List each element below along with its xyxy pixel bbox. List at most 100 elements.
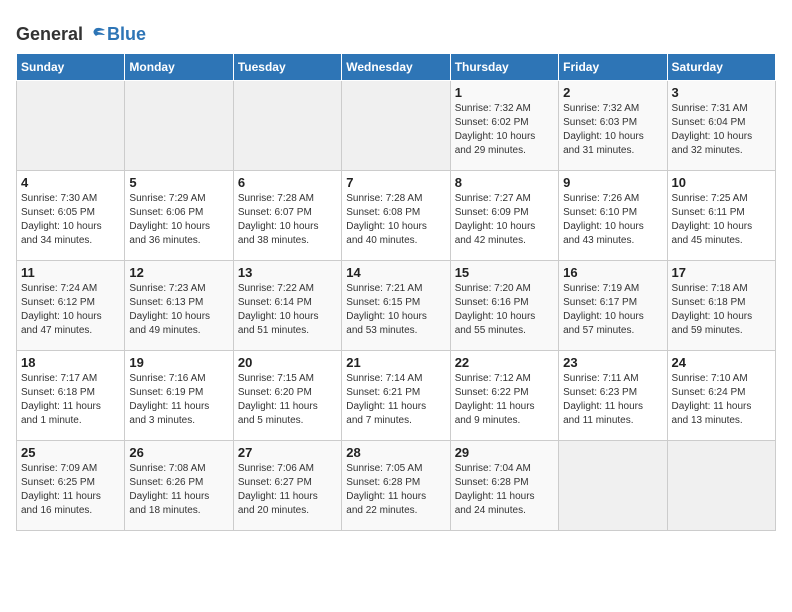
calendar-cell: 2Sunrise: 7:32 AM Sunset: 6:03 PM Daylig… (559, 81, 667, 171)
calendar-cell: 25Sunrise: 7:09 AM Sunset: 6:25 PM Dayli… (17, 441, 125, 531)
day-number: 15 (455, 265, 554, 280)
day-number: 9 (563, 175, 662, 190)
calendar-cell: 24 Sunrise: 7:10 AM Sunset: 6:24 PM Dayli… (667, 351, 775, 441)
calendar-cell: 29 Sunrise: 7:04 AM Sunset: 6:28 PM Dayli… (450, 441, 558, 531)
day-number: 16 (563, 265, 662, 280)
calendar-cell: 16 Sunrise: 7:19 AM Sunset: 6:17 PM Dayli… (559, 261, 667, 351)
day-info: Sunrise: 7:23 AM Sunset: 6:13 PM Dayligh… (129, 282, 228, 338)
logo: General Blue (16, 24, 146, 45)
weekday-header-monday: Monday (125, 54, 233, 81)
weekday-header-friday: Friday (559, 54, 667, 81)
day-number: 1 (455, 85, 554, 100)
day-info: Sunrise: 7:32 AM Sunset: 6:03 PM Dayligh… (563, 102, 662, 158)
page-header: General Blue (16, 20, 776, 45)
calendar-week-row: 11Sunrise: 7:24 AM Sunset: 6:12 PM Dayli… (17, 261, 776, 351)
calendar-table: SundayMondayTuesdayWednesdayThursdayFrid… (16, 53, 776, 531)
weekday-header-tuesday: Tuesday (233, 54, 341, 81)
calendar-cell (233, 81, 341, 171)
calendar-cell: 15 Sunrise: 7:20 AM Sunset: 6:16 PM Dayli… (450, 261, 558, 351)
day-info: Sunrise: 7:17 AM Sunset: 6:18 PM Dayligh… (21, 372, 120, 428)
calendar-cell: 14 Sunrise: 7:21 AM Sunset: 6:15 PM Dayli… (342, 261, 450, 351)
day-number: 18 (21, 355, 120, 370)
day-number: 6 (238, 175, 337, 190)
calendar-cell: 22 Sunrise: 7:12 AM Sunset: 6:22 PM Dayli… (450, 351, 558, 441)
day-number: 28 (346, 445, 445, 460)
day-info: Sunrise: 7:05 AM Sunset: 6:28 PM Dayligh… (346, 462, 445, 518)
calendar-cell: 1 Sunrise: 7:32 AM Sunset: 6:02 PM Daylig… (450, 81, 558, 171)
day-info: Sunrise: 7:04 AM Sunset: 6:28 PM Dayligh… (455, 462, 554, 518)
day-info: Sunrise: 7:12 AM Sunset: 6:22 PM Dayligh… (455, 372, 554, 428)
day-number: 12 (129, 265, 228, 280)
day-info: Sunrise: 7:14 AM Sunset: 6:21 PM Dayligh… (346, 372, 445, 428)
day-number: 29 (455, 445, 554, 460)
calendar-cell: 3 Sunrise: 7:31 AM Sunset: 6:04 PM Daylig… (667, 81, 775, 171)
calendar-cell: 6 Sunrise: 7:28 AM Sunset: 6:07 PM Daylig… (233, 171, 341, 261)
day-info: Sunrise: 7:32 AM Sunset: 6:02 PM Dayligh… (455, 102, 554, 158)
day-number: 22 (455, 355, 554, 370)
day-info: Sunrise: 7:15 AM Sunset: 6:20 PM Dayligh… (238, 372, 337, 428)
day-info: Sunrise: 7:11 AM Sunset: 6:23 PM Dayligh… (563, 372, 662, 428)
calendar-week-row: 4 Sunrise: 7:30 AM Sunset: 6:05 PM Daylig… (17, 171, 776, 261)
calendar-cell: 18 Sunrise: 7:17 AM Sunset: 6:18 PM Dayli… (17, 351, 125, 441)
calendar-cell: 13Sunrise: 7:22 AM Sunset: 6:14 PM Dayli… (233, 261, 341, 351)
weekday-header-sunday: Sunday (17, 54, 125, 81)
day-info: Sunrise: 7:25 AM Sunset: 6:11 PM Dayligh… (672, 192, 771, 248)
day-number: 21 (346, 355, 445, 370)
day-number: 24 (672, 355, 771, 370)
calendar-cell: 12 Sunrise: 7:23 AM Sunset: 6:13 PM Dayli… (125, 261, 233, 351)
calendar-week-row: 18 Sunrise: 7:17 AM Sunset: 6:18 PM Dayli… (17, 351, 776, 441)
day-number: 20 (238, 355, 337, 370)
calendar-cell: 7 Sunrise: 7:28 AM Sunset: 6:08 PM Daylig… (342, 171, 450, 261)
day-number: 7 (346, 175, 445, 190)
day-number: 14 (346, 265, 445, 280)
day-info: Sunrise: 7:29 AM Sunset: 6:06 PM Dayligh… (129, 192, 228, 248)
day-number: 4 (21, 175, 120, 190)
weekday-header-saturday: Saturday (667, 54, 775, 81)
calendar-cell: 4 Sunrise: 7:30 AM Sunset: 6:05 PM Daylig… (17, 171, 125, 261)
day-info: Sunrise: 7:16 AM Sunset: 6:19 PM Dayligh… (129, 372, 228, 428)
day-number: 8 (455, 175, 554, 190)
day-info: Sunrise: 7:22 AM Sunset: 6:14 PM Dayligh… (238, 282, 337, 338)
calendar-cell: 19Sunrise: 7:16 AM Sunset: 6:19 PM Dayli… (125, 351, 233, 441)
calendar-cell: 21 Sunrise: 7:14 AM Sunset: 6:21 PM Dayli… (342, 351, 450, 441)
logo-blue: Blue (107, 24, 146, 44)
calendar-cell: 27Sunrise: 7:06 AM Sunset: 6:27 PM Dayli… (233, 441, 341, 531)
calendar-cell (667, 441, 775, 531)
day-number: 3 (672, 85, 771, 100)
day-info: Sunrise: 7:18 AM Sunset: 6:18 PM Dayligh… (672, 282, 771, 338)
calendar-cell: 9 Sunrise: 7:26 AM Sunset: 6:10 PM Daylig… (559, 171, 667, 261)
day-number: 10 (672, 175, 771, 190)
calendar-cell (559, 441, 667, 531)
day-info: Sunrise: 7:27 AM Sunset: 6:09 PM Dayligh… (455, 192, 554, 248)
day-number: 25 (21, 445, 120, 460)
calendar-cell: 8 Sunrise: 7:27 AM Sunset: 6:09 PM Daylig… (450, 171, 558, 261)
calendar-cell: 26Sunrise: 7:08 AM Sunset: 6:26 PM Dayli… (125, 441, 233, 531)
calendar-cell: 10 Sunrise: 7:25 AM Sunset: 6:11 PM Dayli… (667, 171, 775, 261)
calendar-week-row: 25Sunrise: 7:09 AM Sunset: 6:25 PM Dayli… (17, 441, 776, 531)
day-info: Sunrise: 7:31 AM Sunset: 6:04 PM Dayligh… (672, 102, 771, 158)
day-number: 23 (563, 355, 662, 370)
day-info: Sunrise: 7:08 AM Sunset: 6:26 PM Dayligh… (129, 462, 228, 518)
weekday-header-row: SundayMondayTuesdayWednesdayThursdayFrid… (17, 54, 776, 81)
day-info: Sunrise: 7:21 AM Sunset: 6:15 PM Dayligh… (346, 282, 445, 338)
weekday-header-thursday: Thursday (450, 54, 558, 81)
day-info: Sunrise: 7:28 AM Sunset: 6:07 PM Dayligh… (238, 192, 337, 248)
day-info: Sunrise: 7:30 AM Sunset: 6:05 PM Dayligh… (21, 192, 120, 248)
calendar-cell: 11Sunrise: 7:24 AM Sunset: 6:12 PM Dayli… (17, 261, 125, 351)
calendar-cell (125, 81, 233, 171)
calendar-cell: 5 Sunrise: 7:29 AM Sunset: 6:06 PM Daylig… (125, 171, 233, 261)
day-number: 11 (21, 265, 120, 280)
day-info: Sunrise: 7:20 AM Sunset: 6:16 PM Dayligh… (455, 282, 554, 338)
day-number: 17 (672, 265, 771, 280)
day-info: Sunrise: 7:10 AM Sunset: 6:24 PM Dayligh… (672, 372, 771, 428)
weekday-header-wednesday: Wednesday (342, 54, 450, 81)
day-info: Sunrise: 7:26 AM Sunset: 6:10 PM Dayligh… (563, 192, 662, 248)
calendar-week-row: 1 Sunrise: 7:32 AM Sunset: 6:02 PM Daylig… (17, 81, 776, 171)
day-info: Sunrise: 7:06 AM Sunset: 6:27 PM Dayligh… (238, 462, 337, 518)
day-info: Sunrise: 7:19 AM Sunset: 6:17 PM Dayligh… (563, 282, 662, 338)
calendar-cell (342, 81, 450, 171)
day-number: 5 (129, 175, 228, 190)
day-info: Sunrise: 7:28 AM Sunset: 6:08 PM Dayligh… (346, 192, 445, 248)
logo-general: General (16, 24, 83, 44)
calendar-cell: 17 Sunrise: 7:18 AM Sunset: 6:18 PM Dayli… (667, 261, 775, 351)
